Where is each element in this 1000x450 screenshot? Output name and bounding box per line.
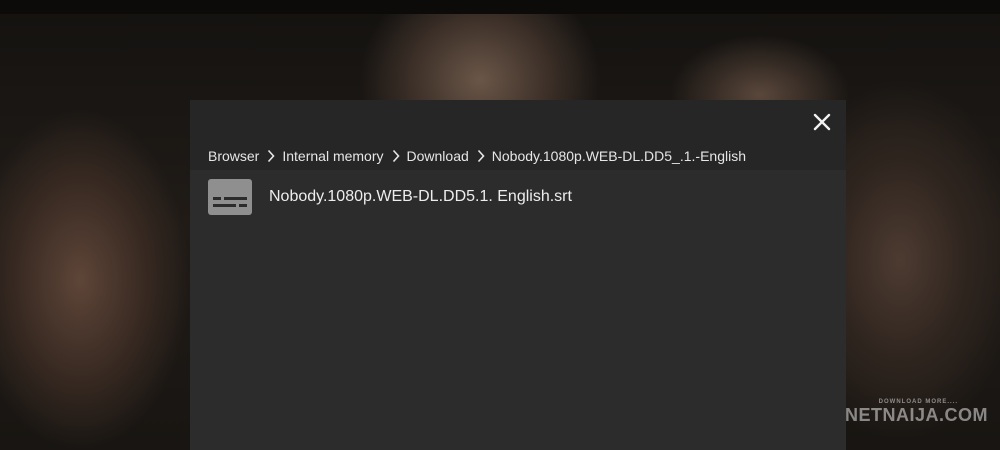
breadcrumb-internal-memory[interactable]: Internal memory xyxy=(282,148,383,164)
breadcrumb-current-folder[interactable]: Nobody.1080p.WEB-DL.DD5_.1.-English xyxy=(492,148,746,164)
subtitles-file-icon xyxy=(208,179,252,215)
file-list-item[interactable]: Nobody.1080p.WEB-DL.DD5.1. English.srt xyxy=(190,170,846,224)
breadcrumb-download[interactable]: Download xyxy=(407,148,469,164)
dialog-header: Browser Internal memory Download Nobody.… xyxy=(190,100,846,170)
chevron-right-icon xyxy=(476,149,486,163)
file-browser-dialog: Browser Internal memory Download Nobody.… xyxy=(190,100,846,450)
chevron-right-icon xyxy=(391,149,401,163)
file-name: Nobody.1080p.WEB-DL.DD5.1. English.srt xyxy=(269,188,572,205)
video-letterbox-top xyxy=(0,0,1000,14)
watermark-brand: NETNAIJA.COM xyxy=(844,405,988,425)
file-list: Nobody.1080p.WEB-DL.DD5.1. English.srt xyxy=(190,170,846,224)
close-icon xyxy=(813,113,831,131)
video-watermark: DOWNLOAD MORE.... NETNAIJA.COM xyxy=(845,399,988,426)
breadcrumb-browser[interactable]: Browser xyxy=(208,148,259,164)
chevron-right-icon xyxy=(266,149,276,163)
video-background: DOWNLOAD MORE.... NETNAIJA.COM Browser I… xyxy=(0,0,1000,450)
close-button[interactable] xyxy=(810,110,834,134)
breadcrumb: Browser Internal memory Download Nobody.… xyxy=(208,148,746,164)
